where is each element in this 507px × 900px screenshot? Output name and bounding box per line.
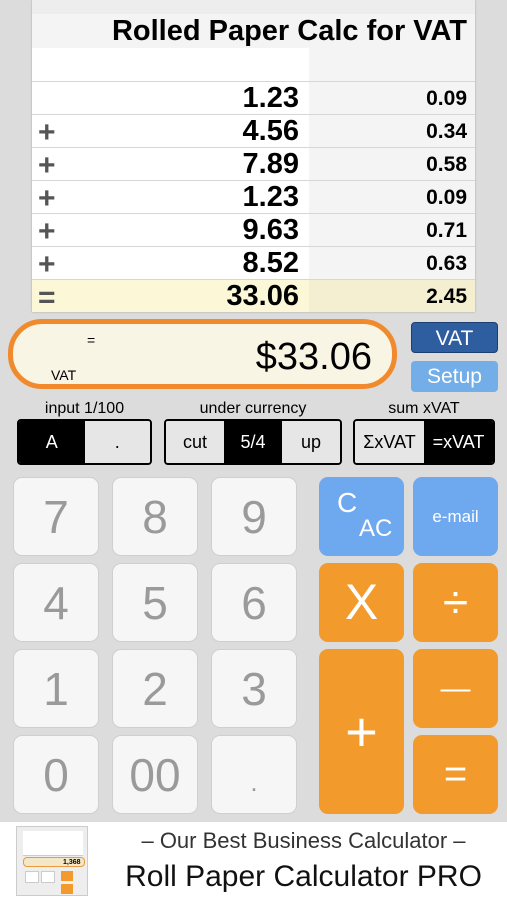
key-8[interactable]: 8 <box>112 477 198 556</box>
setup-button[interactable]: Setup <box>411 361 498 392</box>
key-6[interactable]: 6 <box>211 563 297 642</box>
tape-row-operator: + <box>38 182 56 215</box>
key-3[interactable]: 3 <box>211 649 297 728</box>
tape-total-amount: 33.06 <box>226 280 299 312</box>
tape-row: 1.23 0.09 <box>32 81 475 115</box>
rounding-option-round[interactable]: 5/4 <box>224 421 282 463</box>
tape-row-amount: 1.23 <box>242 82 299 114</box>
tape-row-operator: + <box>38 248 56 281</box>
minus-button[interactable]: — <box>413 649 498 728</box>
divide-button[interactable]: ÷ <box>413 563 498 642</box>
tape-row-vat: 0.63 <box>426 252 467 275</box>
vat-sum-toggle[interactable]: ΣxVAT =xVAT <box>353 419 495 465</box>
multiply-button[interactable]: X <box>319 563 404 642</box>
tape-row: + 8.52 0.63 <box>32 246 475 281</box>
ad-tagline: – Our Best Business Calculator – <box>141 828 466 853</box>
tape-row-vat: 0.71 <box>426 219 467 242</box>
clear-button[interactable]: C AC <box>319 477 404 556</box>
key-2[interactable]: 2 <box>112 649 198 728</box>
tape-row-operator: + <box>38 149 56 182</box>
tape-row: + 1.23 0.09 <box>32 180 475 215</box>
input-option-a[interactable]: A <box>19 421 85 463</box>
tape-total-vat: 2.45 <box>426 285 467 308</box>
sum-option-equals[interactable]: =xVAT <box>424 421 493 463</box>
tape-row: + 7.89 0.58 <box>32 147 475 182</box>
email-button[interactable]: e-mail <box>413 477 498 556</box>
key-decimal[interactable]: . <box>211 735 297 814</box>
tape-row-amount: 1.23 <box>242 181 299 213</box>
tape-row-vat: 0.09 <box>426 186 467 209</box>
paper-tape[interactable]: Rolled Paper Calc for VAT 1.23 0.09 + 4.… <box>32 0 475 312</box>
tape-row-amount: 8.52 <box>242 247 299 279</box>
input-mode-toggle[interactable]: A . <box>17 419 152 465</box>
display-operator: = <box>87 332 96 348</box>
rounding-toggle[interactable]: cut 5/4 up <box>164 419 342 465</box>
key-7[interactable]: 7 <box>13 477 99 556</box>
key-1[interactable]: 1 <box>13 649 99 728</box>
display-mode: VAT <box>51 367 77 383</box>
sum-option-sigma[interactable]: ΣxVAT <box>355 421 424 463</box>
ad-product-name: Roll Paper Calculator PRO <box>125 860 482 893</box>
input-option-dot[interactable]: . <box>84 421 150 463</box>
tape-row-vat: 0.58 <box>426 153 467 176</box>
all-clear-label: AC <box>359 515 393 542</box>
display-value: $33.06 <box>255 336 372 378</box>
tape-row-operator: + <box>38 215 56 248</box>
tape-row: + 9.63 0.71 <box>32 213 475 248</box>
vat-button[interactable]: VAT <box>411 322 498 353</box>
tape-row-vat: 0.09 <box>426 87 467 110</box>
tape-row-amount: 9.63 <box>242 214 299 246</box>
tape-total-operator: = <box>38 281 56 312</box>
plus-button[interactable]: + <box>319 649 404 814</box>
under-group-label: under currency <box>199 400 307 417</box>
tape-row-vat: 0.34 <box>426 120 467 143</box>
rounding-option-up[interactable]: up <box>282 421 340 463</box>
app-thumbnail: 1,368 <box>16 826 88 896</box>
key-5[interactable]: 5 <box>112 563 198 642</box>
thumbnail-value: 1,368 <box>63 859 81 866</box>
input-group-label: input 1/100 <box>44 400 125 417</box>
tape-row-amount: 4.56 <box>242 115 299 147</box>
equals-button[interactable]: = <box>413 735 498 814</box>
key-4[interactable]: 4 <box>13 563 99 642</box>
tape-row-amount: 7.89 <box>242 148 299 180</box>
rounding-option-cut[interactable]: cut <box>166 421 224 463</box>
key-0[interactable]: 0 <box>13 735 99 814</box>
tape-total-row: = 33.06 2.45 <box>32 279 475 312</box>
sum-group-label: sum xVAT <box>388 400 460 417</box>
key-9[interactable]: 9 <box>211 477 297 556</box>
tape-title: Rolled Paper Calc for VAT <box>111 15 467 47</box>
clear-label: C <box>337 487 358 518</box>
key-00[interactable]: 00 <box>112 735 198 814</box>
tape-title-bar: Rolled Paper Calc for VAT <box>32 14 475 48</box>
ad-banner[interactable]: 1,368 – Our Best Business Calculator – R… <box>0 822 507 900</box>
tape-row-operator: + <box>38 116 56 149</box>
tape-row: + 4.56 0.34 <box>32 114 475 149</box>
tape-top-edge <box>32 0 475 14</box>
result-display: = VAT $33.06 <box>8 319 397 389</box>
